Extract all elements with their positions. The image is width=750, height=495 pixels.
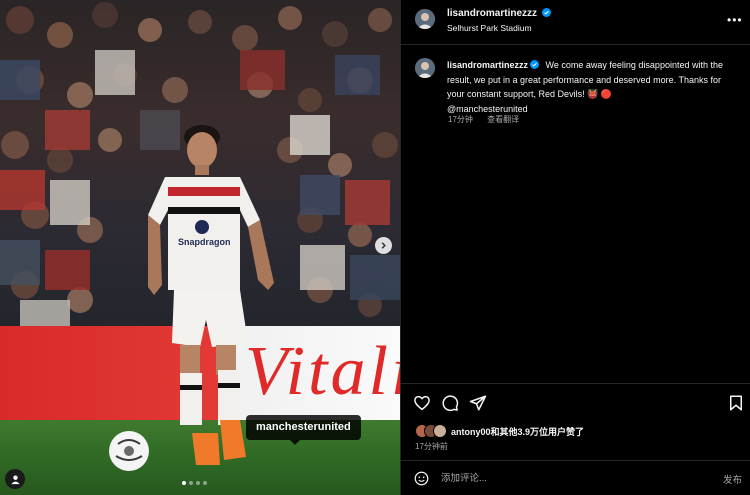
actions-divider: [401, 383, 750, 384]
bookmark-icon[interactable]: [727, 394, 745, 412]
verified-badge-icon: [530, 60, 540, 69]
carousel-indicator: [182, 481, 207, 485]
carousel-dot: [182, 481, 186, 485]
post-details-panel: lisandromartinezzz Selhurst Park Stadium…: [400, 0, 750, 495]
user-tag-icon: [10, 474, 20, 484]
carousel-dot: [189, 481, 193, 485]
comment-input[interactable]: [441, 469, 701, 487]
user-tag-button[interactable]: [5, 469, 25, 489]
post-header: lisandromartinezzz Selhurst Park Stadium…: [401, 0, 750, 45]
username[interactable]: lisandromartinezzz: [447, 8, 537, 19]
likes-summary[interactable]: antony00和其他3.9万位用户赞了: [415, 424, 584, 438]
caption-meta: 17分钟 查看翻译: [448, 114, 519, 125]
heart-icon[interactable]: [413, 394, 431, 412]
emoji-icon[interactable]: [414, 471, 429, 486]
verified-badge-icon: [541, 8, 551, 17]
comment-bar: 发布: [401, 460, 750, 495]
translate-link[interactable]: 查看翻译: [487, 115, 519, 124]
avatar: [433, 424, 447, 438]
caption: lisandromartinezzz We come away feeling …: [447, 58, 737, 116]
chevron-right-icon: [381, 242, 386, 249]
football: [109, 431, 149, 471]
shirt-sponsor: Snapdragon: [178, 237, 231, 247]
more-options-icon: •••: [727, 13, 743, 27]
likes-text[interactable]: antony00和其他3.9万位用户赞了: [451, 425, 584, 438]
more-options-button[interactable]: •••: [727, 13, 743, 27]
carousel-dot: [196, 481, 200, 485]
post-media[interactable]: Vitali Snapdragon manchesterunited: [0, 0, 400, 495]
caption-avatar[interactable]: [415, 58, 435, 78]
post-comment-button[interactable]: 发布: [723, 472, 742, 486]
post-timestamp: 17分钟前: [415, 442, 448, 451]
comment-icon[interactable]: [441, 394, 459, 412]
share-icon[interactable]: [469, 394, 487, 412]
caption-mention[interactable]: @manchesterunited: [447, 104, 528, 114]
location-link[interactable]: Selhurst Park Stadium: [447, 23, 532, 33]
carousel-dot: [203, 481, 207, 485]
carousel-next-button[interactable]: [375, 237, 392, 254]
liker-avatars: [415, 424, 447, 438]
caption-username[interactable]: lisandromartinezzz: [447, 60, 540, 70]
user-tag-label[interactable]: manchesterunited: [246, 415, 361, 445]
avatar[interactable]: [415, 9, 435, 29]
caption-time: 17分钟: [448, 115, 473, 124]
